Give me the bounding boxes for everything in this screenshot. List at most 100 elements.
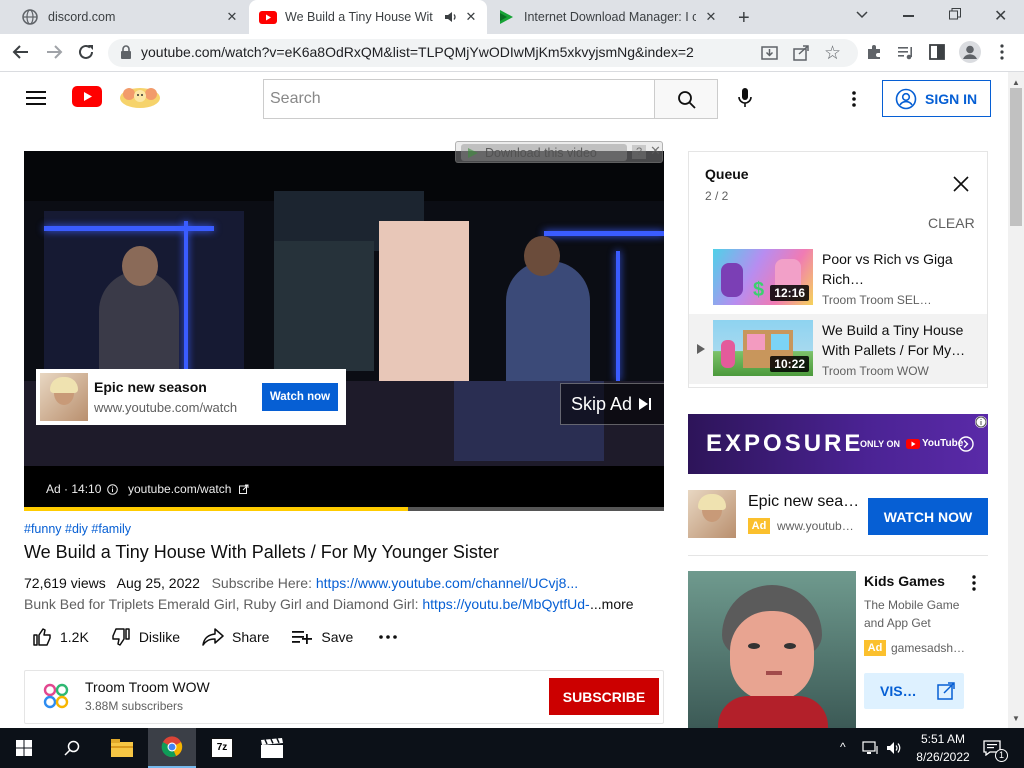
download-help-icon[interactable]: ? [632, 145, 646, 159]
share-page-icon[interactable] [793, 44, 810, 61]
share-label: Share [232, 629, 270, 645]
browser-menu-icon[interactable] [1000, 44, 1004, 60]
lock-icon[interactable] [120, 45, 132, 60]
queue-item-current[interactable]: 10:22 We Build a Tiny House With Pallets… [689, 314, 987, 384]
kids-games-title: Kids Games [864, 573, 945, 589]
download-label: Download this video [485, 145, 597, 160]
visit-site-button[interactable]: VIS… [864, 673, 964, 709]
save-button[interactable]: Save [291, 629, 353, 645]
scene-neon-light [184, 221, 188, 381]
external-link-icon[interactable] [239, 484, 249, 494]
scene-neon-light [44, 226, 214, 231]
description-link[interactable]: https://youtu.be/MbQytfUd- [422, 596, 589, 612]
companion-title: Epic new sea… [748, 493, 860, 510]
ad-progress-bar[interactable] [24, 507, 664, 511]
bookmark-star-icon[interactable]: ☆ [824, 42, 841, 65]
scroll-down-arrow-icon[interactable]: ▼ [1012, 714, 1020, 723]
restore-icon[interactable] [949, 8, 961, 20]
skip-ad-button[interactable]: Skip Ad [560, 383, 664, 425]
scrollbar-thumb[interactable] [1010, 88, 1022, 226]
channel-name[interactable]: Troom Troom WOW [85, 679, 210, 695]
dislike-button[interactable]: Dislike [111, 627, 180, 647]
windows-start-icon[interactable] [0, 728, 48, 768]
file-explorer-icon[interactable] [98, 728, 146, 768]
taskbar-search-icon[interactable] [48, 728, 96, 768]
more-options-icon[interactable] [852, 91, 856, 107]
companion-thumbnail [688, 490, 736, 538]
tab-title: discord.com [48, 10, 116, 24]
7zip-icon[interactable]: 7z [198, 728, 246, 768]
scroll-up-arrow-icon[interactable]: ▲ [1012, 78, 1020, 87]
scene-neon-light [544, 231, 664, 236]
network-icon[interactable] [862, 741, 880, 755]
clapperboard-icon[interactable] [248, 728, 296, 768]
queue-item[interactable]: $ 12:16 Poor vs Rich vs Giga Rich… Troom… [689, 243, 987, 313]
tab-discord[interactable]: discord.com [8, 0, 246, 34]
tab-idm[interactable]: Internet Download Manager: I ca [490, 0, 728, 34]
profile-icon[interactable] [959, 41, 981, 63]
url-text[interactable]: youtube.com/watch?v=eK6a8OdRxQM&list=TLP… [141, 44, 694, 60]
like-button[interactable]: 1.2K [32, 627, 89, 647]
close-tab-icon[interactable]: ✕ [703, 9, 719, 25]
volume-icon[interactable] [886, 741, 902, 755]
queue-item-channel: Troom Troom SEL… [822, 293, 932, 307]
video-hashtags[interactable]: #funny #diy #family [24, 522, 131, 536]
ad-card[interactable]: Epic new season www.youtube.com/watch Wa… [36, 369, 346, 425]
queue-item-channel: Troom Troom WOW [822, 364, 929, 378]
sign-in-button[interactable]: SIGN IN [882, 80, 991, 117]
clear-queue-button[interactable]: CLEAR [928, 215, 975, 231]
extensions-icon[interactable] [866, 44, 882, 60]
clock-date[interactable]: 8/26/2022 [912, 750, 974, 764]
close-queue-icon[interactable] [953, 176, 969, 192]
back-icon[interactable] [12, 43, 30, 61]
install-icon[interactable] [761, 44, 778, 61]
minimize-icon[interactable] [903, 15, 914, 17]
chrome-taskbar-icon[interactable] [148, 728, 196, 768]
hamburger-menu-icon[interactable] [26, 90, 46, 106]
channel-avatar-icon[interactable] [43, 683, 69, 709]
microphone-icon[interactable] [738, 87, 752, 109]
queue-title: Queue [705, 166, 749, 182]
doodle-logo-icon[interactable] [116, 82, 164, 112]
download-close-icon[interactable]: ✕ [650, 143, 661, 159]
close-tab-icon[interactable]: ✕ [463, 9, 479, 25]
side-panel-icon[interactable] [929, 44, 945, 60]
kids-games-ad[interactable]: Kids Games The Mobile Game and App Get A… [688, 571, 988, 728]
download-video-button[interactable]: Download this video [461, 144, 627, 161]
search-input[interactable]: Search [263, 79, 655, 119]
close-window-icon[interactable]: ✕ [994, 6, 1007, 26]
subscribe-button[interactable]: SUBSCRIBE [549, 678, 659, 715]
video-actions: 1.2K Dislike Share Save [24, 624, 419, 650]
ad-menu-icon[interactable] [972, 575, 976, 591]
exposure-banner-ad[interactable]: EXPOSURE ONLY ON YouTube [688, 414, 988, 474]
tab-title: Internet Download Manager: I ca [524, 10, 696, 24]
ad-progress-fill [24, 507, 408, 511]
external-link-icon [936, 682, 955, 700]
page-scrollbar[interactable]: ▲ ▼ [1008, 72, 1024, 728]
share-button[interactable]: Share [202, 628, 269, 646]
media-control-icon[interactable] [897, 44, 914, 61]
clock-time[interactable]: 5:51 AM [912, 732, 974, 746]
show-more-button[interactable]: ...more [590, 596, 634, 612]
queue-panel: Queue 2 / 2 CLEAR $ 12:16 Poor vs Rich v… [688, 151, 988, 388]
close-tab-icon[interactable]: ✕ [224, 9, 240, 25]
tray-chevron-icon[interactable]: ^ [840, 740, 846, 754]
speaker-icon[interactable] [444, 10, 458, 24]
ad-choices-icon[interactable] [975, 416, 987, 428]
ad-url-link[interactable]: youtube.com/watch [128, 482, 231, 496]
forward-icon[interactable] [45, 43, 63, 61]
video-player[interactable]: Epic new season www.youtube.com/watch Wa… [24, 151, 664, 510]
tab-search-icon[interactable] [855, 7, 869, 21]
description-line: Bunk Bed for Triplets Emerald Girl, Ruby… [24, 596, 590, 612]
subscribe-here-text: Subscribe Here: [211, 575, 312, 591]
reload-icon[interactable] [77, 43, 95, 61]
youtube-logo-icon[interactable] [72, 86, 102, 107]
watch-now-button[interactable]: WATCH NOW [868, 498, 988, 535]
channel-url-link[interactable]: https://www.youtube.com/channel/UCvj8... [316, 575, 578, 591]
info-icon[interactable] [107, 484, 118, 495]
new-tab-icon[interactable]: + [738, 7, 750, 30]
sign-in-label: SIGN IN [925, 90, 978, 107]
ad-watch-now-button[interactable]: Watch now [262, 383, 338, 411]
search-button[interactable] [654, 79, 718, 119]
more-actions-button[interactable] [379, 635, 398, 639]
